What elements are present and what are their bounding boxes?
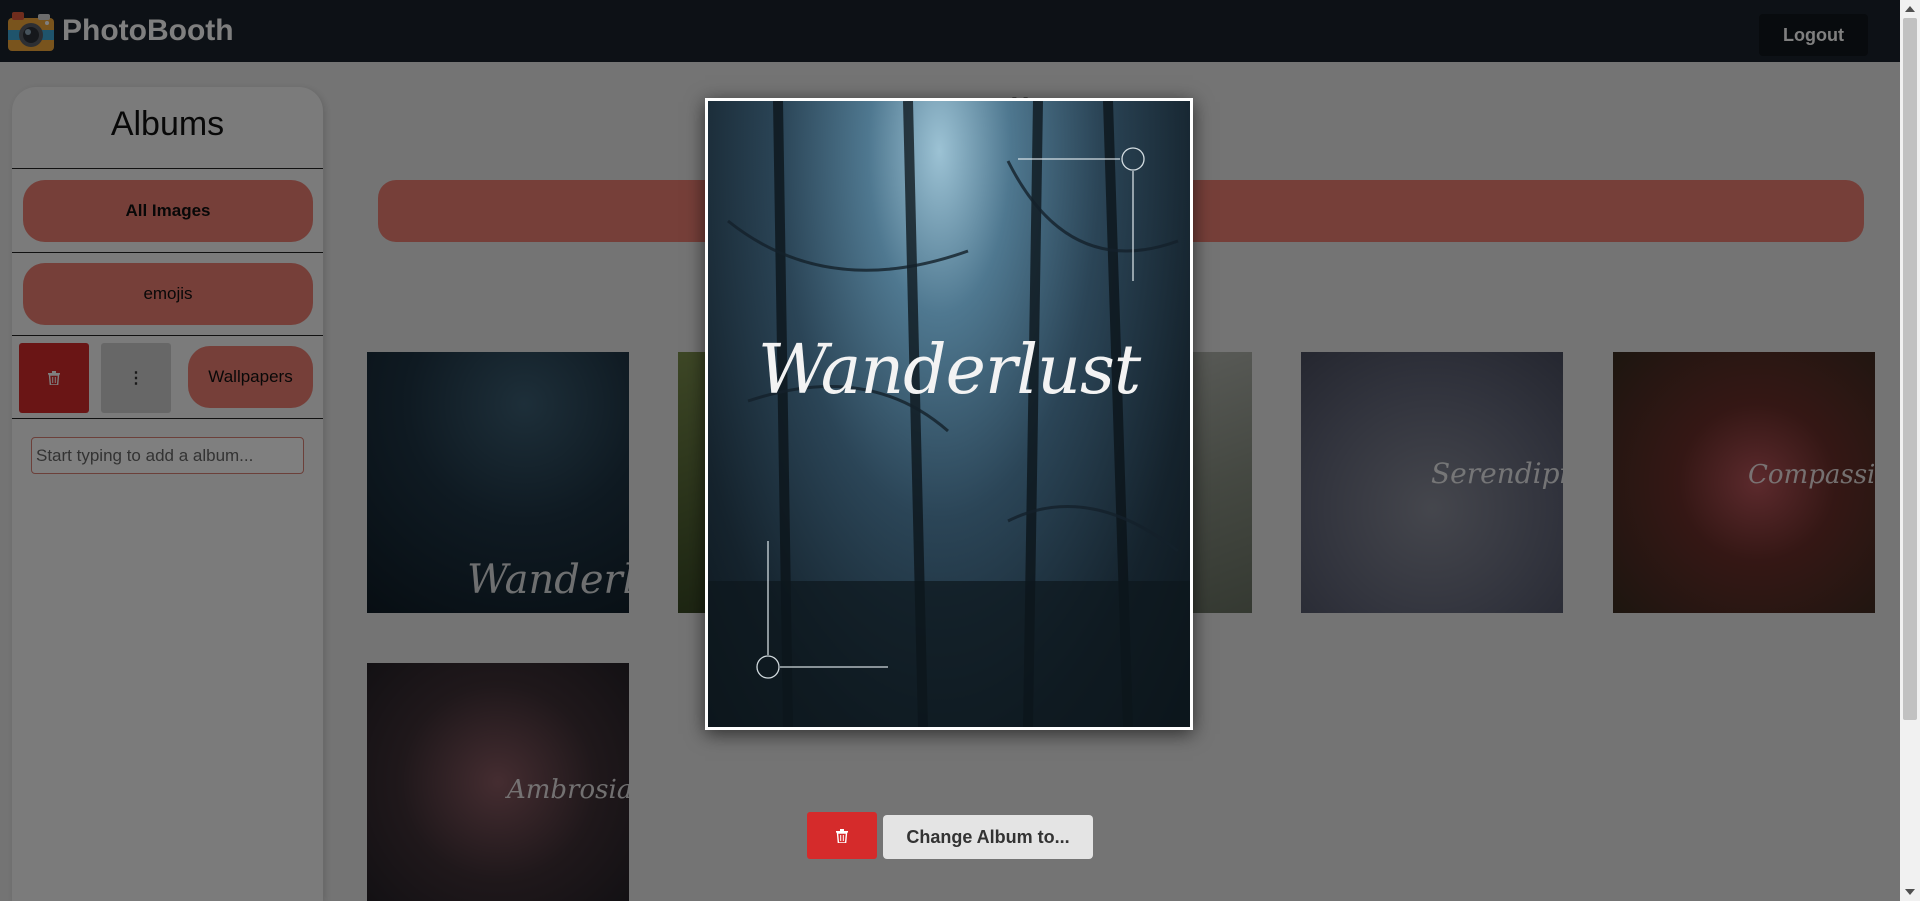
- vertical-scrollbar[interactable]: [1900, 0, 1920, 901]
- modal-image-title: Wanderlust: [757, 331, 1141, 410]
- trash-icon: [836, 828, 848, 843]
- forest-decoration-icon: [708, 101, 1190, 727]
- delete-image-button[interactable]: [807, 812, 877, 859]
- scroll-down-arrow-icon[interactable]: [1900, 885, 1920, 899]
- modal-image-preview: Wanderlust: [705, 98, 1193, 730]
- scroll-up-arrow-icon[interactable]: [1900, 2, 1920, 16]
- scrollbar-thumb[interactable]: [1903, 18, 1917, 720]
- change-album-button[interactable]: Change Album to...: [883, 815, 1093, 859]
